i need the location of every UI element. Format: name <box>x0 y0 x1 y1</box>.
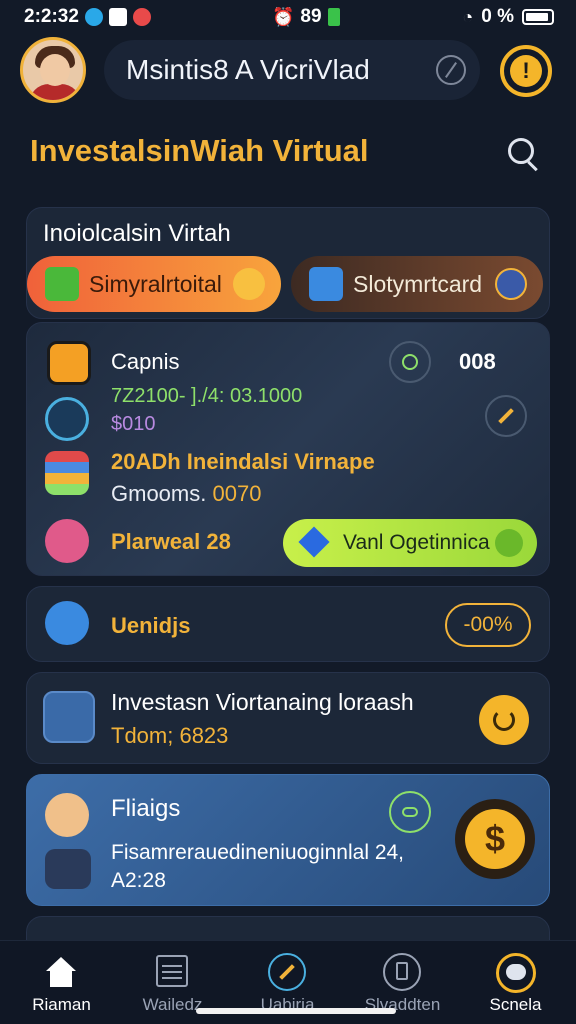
sparkle-icon <box>233 268 265 300</box>
investment-sub: Tdom; 6823 <box>111 723 229 748</box>
card-icon <box>45 849 91 889</box>
list-icon <box>153 953 191 989</box>
refresh-button[interactable] <box>479 695 529 745</box>
page-title: InvestalsinWiah Virtual <box>30 133 369 168</box>
check-shield-icon <box>45 267 79 301</box>
people-icon <box>45 519 89 563</box>
portfolio-amount: $010 <box>111 413 156 435</box>
search-icon <box>508 138 534 164</box>
open-action-label: Vanl Ogetinnica <box>343 531 490 554</box>
portfolio-count: 008 <box>459 349 496 374</box>
message-notification-icon <box>132 8 151 26</box>
portfolio-label: Capnis <box>111 349 180 374</box>
home-indicator[interactable] <box>196 1008 396 1014</box>
tab-label: Riaman <box>32 995 91 1014</box>
edit-circle-button[interactable] <box>485 395 527 437</box>
link-button[interactable] <box>389 791 431 833</box>
magnifier-icon <box>402 354 418 370</box>
status-center-value: 89 <box>300 6 322 27</box>
header: Msintis8 A VicriVlad ! <box>20 36 556 104</box>
cancel-icon <box>495 268 527 300</box>
stacked-books-icon <box>45 451 89 495</box>
status-time: 2:2:32 <box>24 6 79 27</box>
diamond-icon <box>298 526 330 558</box>
calculator-icon <box>45 397 89 441</box>
holdings-title: 20ADh Ineindalsi Virnape <box>111 449 375 474</box>
wifi-icon: ◔ <box>462 6 474 27</box>
chat-icon <box>496 953 536 993</box>
alarm-icon: ⏰ <box>272 6 295 27</box>
person-icon <box>45 793 89 837</box>
benefits-card[interactable]: Uenidjs -00% <box>26 586 550 662</box>
holdings-sub: Gmooms. 0070 <box>111 481 262 506</box>
alert-button[interactable]: ! <box>500 45 552 97</box>
secondary-action-button[interactable]: Slotymrtcard <box>291 256 543 312</box>
search-circle-button[interactable] <box>389 341 431 383</box>
portfolio-range: 7Z2100- ]./4: 03.1000 <box>111 385 303 407</box>
avatar[interactable] <box>20 37 86 103</box>
savings-line1: Fisamrerauedineniuoginnlal 24, <box>111 841 405 864</box>
benefits-label: Uenidjs <box>111 613 191 638</box>
battery-percent: 0 % <box>481 6 514 27</box>
pencil-icon <box>498 408 514 424</box>
savings-title: Fliaigs <box>111 795 181 822</box>
tab-chat[interactable]: Scnela <box>458 941 573 1024</box>
app-notification-icon <box>84 8 103 26</box>
percent-badge[interactable]: -00% <box>445 603 531 647</box>
card-title: Inoiolcalsin Virtah <box>43 220 231 247</box>
battery-icon <box>522 9 554 25</box>
primary-action-button[interactable]: Simyralrtoital <box>27 256 281 312</box>
gear-people-icon <box>45 601 89 645</box>
link-icon <box>402 807 418 817</box>
investment-card[interactable]: Investasn Viortanaing loraash Tdom; 6823 <box>26 672 550 764</box>
user-name-pill[interactable]: Msintis8 A VicriVlad <box>104 40 480 100</box>
tab-label: Scnela <box>489 995 542 1014</box>
mail-icon <box>309 267 343 301</box>
signal-bars-icon <box>108 8 127 26</box>
tab-home[interactable]: Riaman <box>4 941 119 1024</box>
secondary-action-label: Slotymrtcard <box>353 270 483 297</box>
quick-actions-card: Inoiolcalsin Virtah Simyralrtoital Sloty… <box>26 207 550 319</box>
exclamation-icon: ! <box>510 55 542 87</box>
savings-line2: A2:28 <box>111 869 166 892</box>
plan-label: Plarweal 28 <box>111 529 231 554</box>
search-button[interactable] <box>508 138 542 172</box>
dollar-coin-icon: $ <box>465 809 525 869</box>
arrow-icon <box>495 529 523 557</box>
target-icon <box>47 341 91 385</box>
open-action-button[interactable]: Vanl Ogetinnica <box>283 519 537 567</box>
user-name: Msintis8 A VicriVlad <box>126 54 370 85</box>
savings-card[interactable]: Fliaigs Fisamrerauedineniuoginnlal 24, A… <box>26 774 550 906</box>
refresh-icon <box>493 709 515 731</box>
portfolio-card: Capnis 008 7Z2100- ]./4: 03.1000 $010 20… <box>26 322 550 576</box>
charging-icon <box>327 8 340 26</box>
home-icon <box>42 953 80 989</box>
investment-title: Investasn Viortanaing loraash <box>111 689 414 715</box>
compass-icon[interactable] <box>436 55 466 85</box>
status-bar: 2:2:32 ⏰ 89 ◔ 0 % <box>0 0 576 34</box>
profile-icon <box>43 691 95 743</box>
document-icon <box>383 953 421 991</box>
rocket-icon <box>268 953 306 991</box>
coin-button[interactable]: $ <box>455 799 535 879</box>
primary-action-label: Simyralrtoital <box>89 270 222 297</box>
